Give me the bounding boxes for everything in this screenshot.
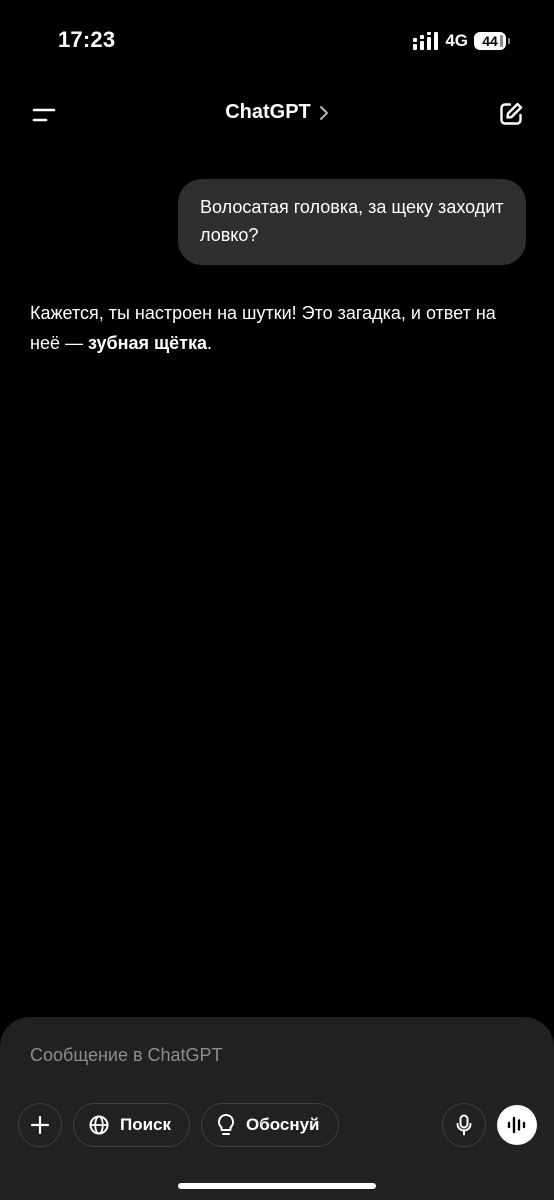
dictate-button[interactable]: [442, 1103, 486, 1147]
status-time: 17:23: [58, 27, 116, 52]
message-input[interactable]: Сообщение в ChatGPT: [30, 1045, 510, 1066]
plus-icon: [30, 1115, 50, 1135]
new-chat-icon: [500, 102, 523, 125]
battery-icon: 44: [474, 32, 510, 50]
battery-cap: [508, 38, 510, 44]
network-type: 4G: [445, 31, 468, 50]
composer: Сообщение в ChatGPT Поиск Обоснуй: [0, 1017, 554, 1200]
voice-wave-icon: [507, 1116, 526, 1134]
microphone-icon: [456, 1114, 472, 1136]
battery-level: 44: [474, 32, 506, 50]
new-chat-button[interactable]: [496, 99, 526, 129]
reason-button-label: Обоснуй: [246, 1115, 320, 1134]
assistant-answer-bold: зубная щётка: [87, 333, 208, 353]
lightbulb-icon: [217, 1113, 235, 1135]
assistant-text-end: .: [207, 333, 213, 353]
user-message-text: Волосатая головка, за щеку заходит ловко…: [200, 197, 504, 245]
reason-button[interactable]: Обоснуй: [201, 1103, 339, 1147]
search-button-label: Поиск: [120, 1115, 172, 1134]
status-indicators: 4G 44: [413, 30, 510, 52]
search-button[interactable]: Поиск: [73, 1103, 191, 1147]
home-indicator[interactable]: [178, 1183, 376, 1189]
signal-icon: [413, 32, 439, 50]
chevron-right-icon: [319, 105, 328, 120]
assistant-message: Кажется, ты настроен на шутки! Это загад…: [30, 298, 500, 358]
page-title: ChatGPT: [225, 101, 311, 123]
chat-screen: 17:23 4G 44 ChatGPT Волосатая головка, з…: [0, 0, 554, 1200]
model-selector[interactable]: ChatGPT: [0, 101, 554, 124]
voice-mode-button[interactable]: [497, 1105, 537, 1145]
user-message-bubble[interactable]: Волосатая головка, за щеку заходит ловко…: [178, 179, 526, 265]
attach-button[interactable]: [18, 1103, 62, 1147]
globe-icon: [89, 1115, 109, 1135]
